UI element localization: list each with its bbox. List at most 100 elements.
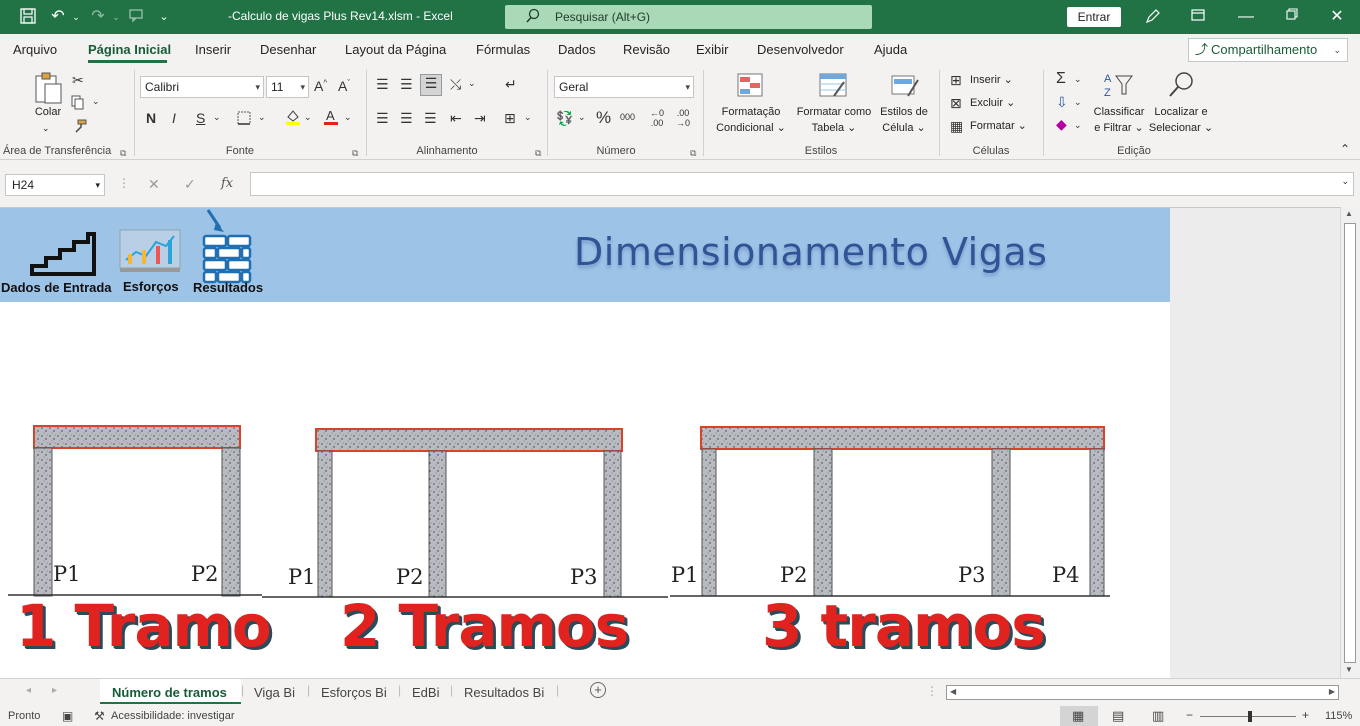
- copy-dropdown-icon[interactable]: ⌄: [92, 96, 100, 107]
- save-icon[interactable]: [18, 7, 38, 27]
- cell-styles-icon[interactable]: [890, 72, 920, 101]
- cancel-icon[interactable]: ✕: [148, 176, 160, 193]
- brick-wall-icon[interactable]: [198, 208, 258, 287]
- comment-icon[interactable]: [126, 7, 146, 27]
- zoom-level[interactable]: 115%: [1325, 710, 1352, 722]
- name-box[interactable]: H24 ▾: [5, 174, 105, 196]
- fill-color-icon[interactable]: [284, 108, 302, 129]
- cell-styles-label[interactable]: Estilos de Célula ⌄: [874, 104, 934, 136]
- format-as-table-icon[interactable]: [818, 72, 848, 101]
- font-color-icon[interactable]: A: [322, 108, 340, 129]
- align-right-icon[interactable]: ☰: [424, 110, 437, 127]
- insert-cells-icon[interactable]: ⊞: [950, 72, 962, 89]
- decrease-font-icon[interactable]: Aˇ: [338, 78, 350, 94]
- macro-record-icon[interactable]: ▣: [62, 709, 73, 723]
- increase-indent-icon[interactable]: ⇥: [474, 110, 486, 127]
- fill-dropdown-icon[interactable]: ⌄: [1074, 97, 1082, 108]
- sheet-tab-esforcos-bi[interactable]: Esforços Bi: [321, 685, 387, 700]
- cut-icon[interactable]: ✂: [72, 72, 84, 89]
- undo-icon[interactable]: ↶: [48, 7, 68, 27]
- tab-desenvolvedor[interactable]: Desenvolvedor: [757, 42, 844, 57]
- accounting-dropdown-icon[interactable]: ⌄: [578, 112, 586, 123]
- add-sheet-icon[interactable]: +: [590, 682, 606, 698]
- format-painter-icon[interactable]: [72, 118, 88, 137]
- prev-sheet-icon[interactable]: ◂: [26, 685, 31, 696]
- tab-ajuda[interactable]: Ajuda: [874, 42, 907, 57]
- scroll-right-icon[interactable]: ▶: [1329, 687, 1335, 696]
- name-box-dropdown-icon[interactable]: ▾: [95, 175, 100, 195]
- autosum-icon[interactable]: Σ: [1056, 70, 1066, 88]
- sheet-tab-edbi[interactable]: EdBi: [412, 685, 439, 700]
- merge-center-icon[interactable]: ⊞: [504, 110, 516, 127]
- sheet-tab-resultados-bi[interactable]: Resultados Bi: [464, 685, 544, 700]
- font-name-select[interactable]: Calibri ▾: [140, 76, 264, 98]
- borders-icon[interactable]: [236, 110, 252, 129]
- number-format-select[interactable]: Geral ▾: [554, 76, 694, 98]
- fill-color-dropdown-icon[interactable]: ⌄: [304, 112, 312, 123]
- autosum-dropdown-icon[interactable]: ⌄: [1074, 74, 1082, 85]
- clear-icon[interactable]: ◆: [1056, 116, 1067, 133]
- tab-dados[interactable]: Dados: [558, 42, 596, 57]
- align-bottom-icon[interactable]: ☰: [420, 74, 442, 96]
- sort-filter-label[interactable]: Classificar e Filtrar ⌄: [1090, 104, 1148, 136]
- tab-exibir[interactable]: Exibir: [696, 42, 729, 57]
- sort-filter-icon[interactable]: AZ: [1102, 70, 1134, 103]
- align-top-icon[interactable]: ☰: [376, 76, 389, 93]
- diagram-title-1-tramo[interactable]: 1 Tramo: [16, 592, 272, 660]
- tab-formulas[interactable]: Fórmulas: [476, 42, 530, 57]
- restore-icon[interactable]: [1282, 7, 1302, 27]
- redo-icon[interactable]: ↷: [88, 7, 108, 27]
- redo-dropdown-icon[interactable]: ⌄: [106, 7, 126, 27]
- scroll-thumb[interactable]: [1344, 223, 1356, 663]
- thousands-separator-icon[interactable]: 000: [620, 112, 635, 122]
- increase-font-icon[interactable]: A^: [314, 78, 327, 94]
- font-launcher-icon[interactable]: ⧉: [352, 148, 358, 159]
- decrease-decimal-icon[interactable]: .00 →0: [676, 108, 690, 128]
- wrap-text-icon[interactable]: ↵: [505, 76, 517, 93]
- tab-revisao[interactable]: Revisão: [623, 42, 670, 57]
- format-cells-button[interactable]: Formatar ⌄: [970, 118, 1027, 134]
- minimize-icon[interactable]: —: [1236, 7, 1256, 27]
- share-button[interactable]: ⤴ Compartilhamento ⌄: [1188, 38, 1348, 62]
- sheet-tab-numero-de-tramos[interactable]: Número de tramos: [112, 685, 227, 700]
- insert-cells-button[interactable]: Inserir ⌄: [970, 72, 1013, 88]
- expand-formula-icon[interactable]: ⌄: [1341, 176, 1349, 187]
- find-select-icon[interactable]: [1166, 70, 1196, 103]
- pen-icon[interactable]: [1143, 7, 1163, 27]
- font-size-select[interactable]: 11 ▾: [266, 76, 309, 98]
- nav-dados-de-entrada[interactable]: Dados de Entrada: [1, 280, 112, 295]
- scroll-down-icon[interactable]: ▼: [1345, 665, 1353, 674]
- nav-esforcos[interactable]: Esforços: [123, 279, 179, 294]
- format-cells-icon[interactable]: ▦: [950, 118, 963, 135]
- search-input[interactable]: Pesquisar (Alt+G): [505, 5, 872, 29]
- diagram-title-3-tramos[interactable]: 3 tramos: [762, 592, 1046, 660]
- conditional-formatting-label[interactable]: Formatação Condicional ⌄: [710, 104, 792, 136]
- zoom-in-icon[interactable]: +: [1302, 708, 1309, 722]
- insert-function-icon[interactable]: fx: [221, 176, 233, 191]
- worksheet-area[interactable]: Dados de Entrada Esforços Resultados Dim…: [0, 207, 1340, 679]
- share-dropdown-icon[interactable]: ⌄: [1333, 39, 1341, 61]
- next-sheet-icon[interactable]: ▸: [52, 685, 57, 696]
- tab-layout-da-pagina[interactable]: Layout da Página: [345, 42, 446, 57]
- percent-icon[interactable]: %: [596, 108, 611, 128]
- enter-icon[interactable]: ✓: [184, 176, 196, 193]
- increase-decimal-icon[interactable]: ←0.00: [650, 108, 664, 128]
- clear-dropdown-icon[interactable]: ⌄: [1074, 120, 1082, 131]
- ribbon-display-icon[interactable]: [1188, 7, 1208, 27]
- conditional-formatting-icon[interactable]: [736, 72, 764, 101]
- paste-dropdown-icon[interactable]: ⌄: [42, 120, 50, 136]
- font-color-dropdown-icon[interactable]: ⌄: [344, 112, 352, 123]
- alignment-launcher-icon[interactable]: ⧉: [535, 148, 541, 159]
- accessibility-status[interactable]: Acessibilidade: investigar: [111, 710, 235, 722]
- formula-input[interactable]: ⌄: [250, 172, 1354, 196]
- align-left-icon[interactable]: ☰: [376, 110, 389, 127]
- paste-button-label[interactable]: Colar: [30, 104, 66, 120]
- diagram-title-2-tramos[interactable]: 2 Tramos: [340, 592, 629, 660]
- italic-button[interactable]: I: [172, 110, 176, 126]
- zoom-slider-thumb[interactable]: [1248, 711, 1252, 722]
- tab-desenhar[interactable]: Desenhar: [260, 42, 316, 57]
- undo-dropdown-icon[interactable]: ⌄: [66, 7, 86, 27]
- horizontal-scrollbar[interactable]: ◀ ▶: [946, 685, 1339, 700]
- scroll-left-icon[interactable]: ◀: [950, 687, 956, 696]
- accounting-format-icon[interactable]: 💱: [556, 110, 573, 127]
